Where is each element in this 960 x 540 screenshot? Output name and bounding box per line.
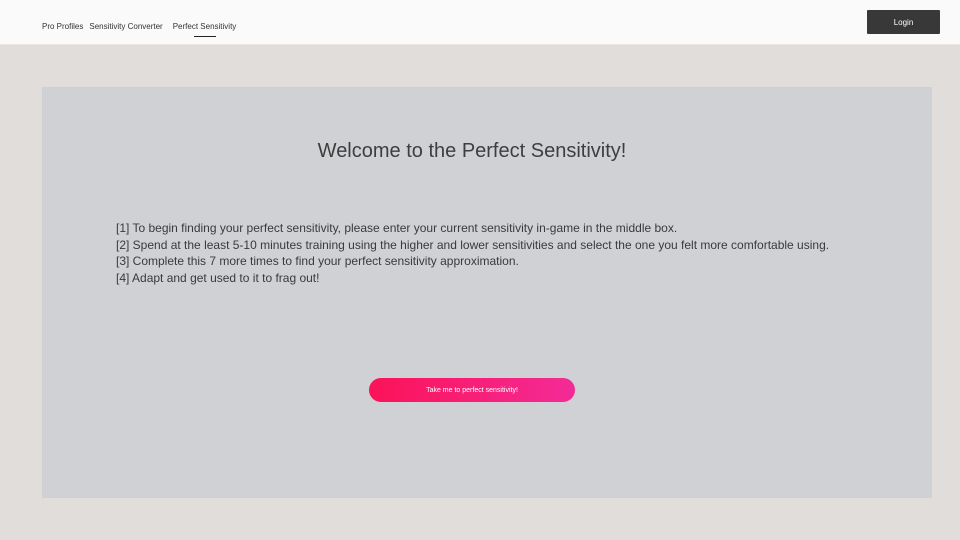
instruction-step: [3] Complete this 7 more times to find y… [116,254,519,269]
instructions-list: [1] To begin finding your perfect sensit… [116,220,896,287]
instruction-step: [1] To begin finding your perfect sensit… [116,221,678,235]
start-perfect-sensitivity-button[interactable]: Take me to perfect sensitivity! [369,378,575,402]
login-button[interactable]: Login [867,10,940,34]
main-nav: Pro Profiles Sensitivity Converter Perfe… [42,22,242,37]
nav-link-pro-profiles[interactable]: Pro Profiles [42,22,83,31]
instruction-step: [2] Spend at the least 5-10 minutes trai… [116,237,830,252]
page-title: Welcome to the Perfect Sensitivity! [317,140,627,162]
instruction-step: [4] Adapt and get used to it to frag out… [116,271,320,286]
nav-link-perfect-sensitivity[interactable]: Perfect Sensitivity [173,22,236,37]
main-content-panel: Welcome to the Perfect Sensitivity! [1] … [42,87,932,498]
nav-link-sensitivity-converter[interactable]: Sensitivity Converter [89,22,162,31]
top-navigation-bar: Pro Profiles Sensitivity Converter Perfe… [0,0,960,45]
